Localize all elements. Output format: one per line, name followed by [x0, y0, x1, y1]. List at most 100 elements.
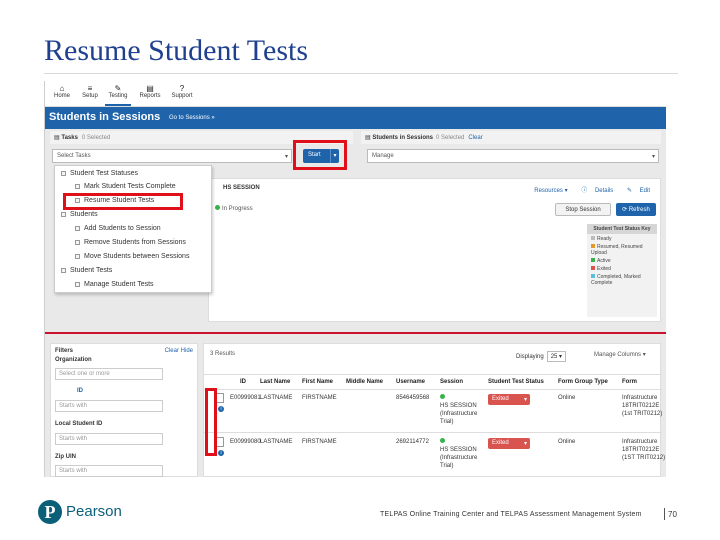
- app-screenshot: ⌂ Home ≡ Setup ✎ Testing ▤ Reports ? Support …: [44, 81, 666, 477]
- checkbox-icon[interactable]: [61, 170, 66, 176]
- filters-actions: Clear Hide: [165, 348, 193, 354]
- cell-form-group-type: Online: [558, 439, 576, 445]
- nav-support[interactable]: ? Support: [169, 84, 195, 99]
- column-header-first-name[interactable]: First Name: [302, 379, 333, 385]
- menu-label: Student Tests: [70, 267, 113, 274]
- sessions-clear-link[interactable]: Clear: [468, 135, 482, 141]
- page-number: 70: [668, 510, 677, 519]
- nav-reports-label: Reports: [139, 93, 161, 99]
- nav-setup[interactable]: ≡ Setup: [77, 84, 103, 99]
- manage-select[interactable]: Manage ▾: [367, 149, 659, 163]
- caret-down-icon: ▾: [523, 397, 527, 403]
- column-header-middle-name[interactable]: Middle Name: [346, 379, 383, 385]
- session-status-label: In Progress: [222, 206, 253, 212]
- session-line: (Infrastructure: [440, 411, 478, 417]
- go-to-sessions-link[interactable]: Go to Sessions »: [169, 115, 215, 121]
- menu-label: Remove Students from Sessions: [84, 239, 186, 246]
- cell-form: Infrastructure 18TRIT0212E (1ST TRIT0212): [622, 438, 665, 462]
- checkbox-icon[interactable]: [61, 267, 66, 273]
- row-checkbox[interactable]: [216, 393, 224, 403]
- zip-uin-label: Zip UIN: [55, 454, 76, 460]
- page-separator: [664, 508, 665, 520]
- tasks-dropdown-menu: Student Test Statuses Mark Student Tests…: [54, 165, 212, 293]
- key-item: Resumed, Resumed Upload: [591, 244, 653, 256]
- column-header-form-group-type[interactable]: Form Group Type: [558, 379, 608, 385]
- filters-hide-link[interactable]: Hide: [181, 348, 193, 354]
- id-filter-input[interactable]: Starts with: [55, 400, 163, 412]
- column-header-username[interactable]: Username: [396, 379, 425, 385]
- nav-support-label: Support: [171, 93, 193, 99]
- info-icon[interactable]: i: [218, 449, 224, 457]
- edit-link[interactable]: ✎ Edit: [621, 188, 650, 194]
- menu-item-move-students[interactable]: Move Students between Sessions: [75, 253, 189, 260]
- footer-text: TELPAS Online Training Center and TELPAS…: [380, 511, 642, 518]
- pearson-p-icon: P: [38, 500, 62, 524]
- menu-item-mark-complete[interactable]: Mark Student Tests Complete: [75, 183, 176, 190]
- session-line: HS SESSION: [440, 403, 477, 409]
- form-line: (1ST TRIT0212): [622, 455, 666, 461]
- organization-input[interactable]: Select one or more: [55, 368, 163, 380]
- menu-group-student-test-statuses[interactable]: Student Test Statuses: [61, 170, 138, 177]
- session-line: Trial): [440, 419, 454, 425]
- page-size-select[interactable]: 25 ▾: [546, 351, 567, 362]
- filters-clear-link[interactable]: Clear: [165, 348, 179, 354]
- form-line: Infrastructure: [622, 439, 658, 445]
- checkbox-icon[interactable]: [61, 211, 66, 217]
- local-id-input[interactable]: Starts with: [55, 433, 163, 445]
- checkbox-icon[interactable]: [75, 253, 80, 259]
- session-actions: Resources ▾ ⓘ Details ✎ Edit: [528, 185, 650, 194]
- resources-menu[interactable]: Resources ▾: [534, 188, 567, 194]
- sessions-label: Students in Sessions: [372, 135, 434, 141]
- menu-group-students[interactable]: Students: [61, 211, 98, 218]
- home-icon: ⌂: [59, 84, 65, 93]
- top-nav: ⌂ Home ≡ Setup ✎ Testing ▤ Reports ? Support: [45, 81, 666, 107]
- divider: [45, 332, 666, 334]
- status-label: Exited: [492, 440, 509, 446]
- stop-session-button[interactable]: Stop Session: [555, 203, 611, 216]
- menu-item-add-students[interactable]: Add Students to Session: [75, 225, 161, 232]
- chevron-down-icon: ▾: [284, 154, 288, 160]
- row-checkbox[interactable]: [216, 437, 224, 447]
- column-header-session[interactable]: Session: [440, 379, 463, 385]
- status-label: Exited: [492, 396, 509, 402]
- session-card: HS SESSION Resources ▾ ⓘ Details ✎ Edit …: [208, 178, 661, 322]
- nav-reports[interactable]: ▤ Reports: [137, 84, 163, 99]
- manage-columns-button[interactable]: Manage Columns ▾: [594, 351, 646, 358]
- reports-icon: ▤: [146, 84, 154, 93]
- info-icon[interactable]: i: [218, 405, 224, 413]
- status-exited-button[interactable]: Exited ▾: [488, 394, 530, 405]
- local-id-label: Local Student ID: [55, 421, 103, 427]
- nav-testing[interactable]: ✎ Testing: [105, 84, 131, 106]
- manage-select-value: Manage: [372, 153, 394, 159]
- title-rule: [44, 73, 678, 74]
- status-exited-button[interactable]: Exited ▾: [488, 438, 530, 449]
- cell-form-group-type: Online: [558, 395, 576, 401]
- refresh-button[interactable]: ⟳ Refresh: [616, 203, 656, 216]
- column-header-form[interactable]: Form: [622, 379, 637, 385]
- menu-group-student-tests[interactable]: Student Tests: [61, 267, 112, 274]
- menu-item-remove-students[interactable]: Remove Students from Sessions: [75, 239, 186, 246]
- info-dot: i: [218, 406, 224, 412]
- info-dot: i: [218, 450, 224, 456]
- key-label: Ready: [597, 236, 612, 242]
- checkbox-icon[interactable]: [75, 239, 80, 245]
- cell-last-name: LASTNAME: [260, 395, 293, 401]
- highlight-row-checkboxes: [205, 388, 217, 456]
- menu-label: Mark Student Tests Complete: [84, 183, 176, 190]
- checkbox-icon[interactable]: [75, 225, 80, 231]
- swatch-icon: [591, 236, 595, 240]
- column-header-status[interactable]: Student Test Status: [488, 379, 544, 385]
- cell-session: HS SESSION (Infrastructure Trial): [440, 394, 477, 426]
- checkbox-icon[interactable]: [75, 183, 80, 189]
- column-header-id[interactable]: ID: [240, 379, 246, 385]
- nav-home[interactable]: ⌂ Home: [49, 84, 75, 99]
- menu-item-manage-student-tests[interactable]: Manage Student Tests: [75, 281, 154, 288]
- caret-down-icon: ▾: [523, 441, 527, 447]
- tasks-select[interactable]: Select Tasks ▾: [52, 149, 292, 163]
- results-count: 3 Results: [210, 351, 236, 357]
- checkbox-icon[interactable]: [75, 281, 80, 287]
- zip-uin-input[interactable]: Starts with: [55, 465, 163, 477]
- details-link[interactable]: ⓘ Details: [575, 188, 613, 194]
- column-header-last-name[interactable]: Last Name: [260, 379, 290, 385]
- tasks-select-value: Select Tasks: [57, 153, 91, 159]
